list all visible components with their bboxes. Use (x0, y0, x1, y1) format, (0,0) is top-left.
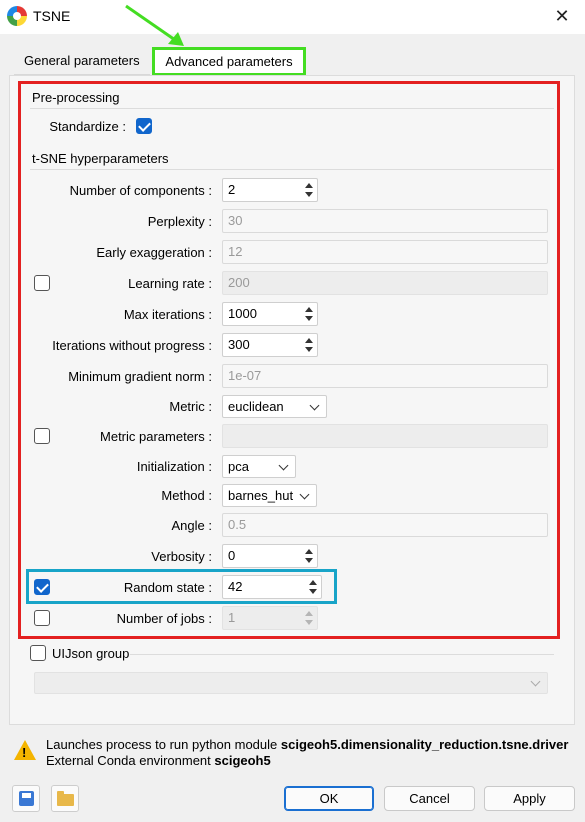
uijson-group-label: UIJson group (52, 646, 130, 661)
open-folder-button[interactable] (51, 785, 79, 812)
group-separator (130, 654, 554, 655)
close-button[interactable]: ✕ (547, 2, 577, 30)
ok-button[interactable]: OK (284, 786, 374, 811)
uijson-group-checkbox[interactable] (30, 645, 46, 661)
tab-advanced-parameters[interactable]: Advanced parameters (152, 47, 306, 76)
info-module-name: scigeoh5.dimensionality_reduction.tsne.d… (280, 737, 569, 752)
tab-general-parameters[interactable]: General parameters (14, 49, 150, 75)
app-logo-icon (7, 6, 27, 26)
save-button[interactable] (12, 785, 40, 812)
info-line-2: External Conda environment scigeoh5 (46, 753, 271, 768)
cancel-button[interactable]: Cancel (384, 786, 475, 811)
info-line-2-prefix: External Conda environment (46, 753, 215, 768)
chevron-down-icon (530, 676, 541, 687)
info-line-1: Launches process to run python module sc… (46, 737, 568, 752)
title-bar: TSNE ✕ (0, 0, 585, 34)
info-env-name: scigeoh5 (214, 753, 271, 768)
apply-button[interactable]: Apply (484, 786, 575, 811)
window-title: TSNE (33, 8, 71, 24)
warning-icon-mark: ! (22, 745, 27, 760)
close-icon: ✕ (554, 6, 570, 26)
info-line-1-prefix: Launches process to run python module (46, 737, 281, 752)
random-state-highlight (26, 569, 337, 604)
uijson-dropdown[interactable] (34, 672, 548, 694)
folder-icon (57, 791, 74, 806)
annotation-arrow-icon (125, 4, 184, 46)
advanced-settings-highlight (18, 81, 560, 639)
save-icon (19, 791, 34, 806)
